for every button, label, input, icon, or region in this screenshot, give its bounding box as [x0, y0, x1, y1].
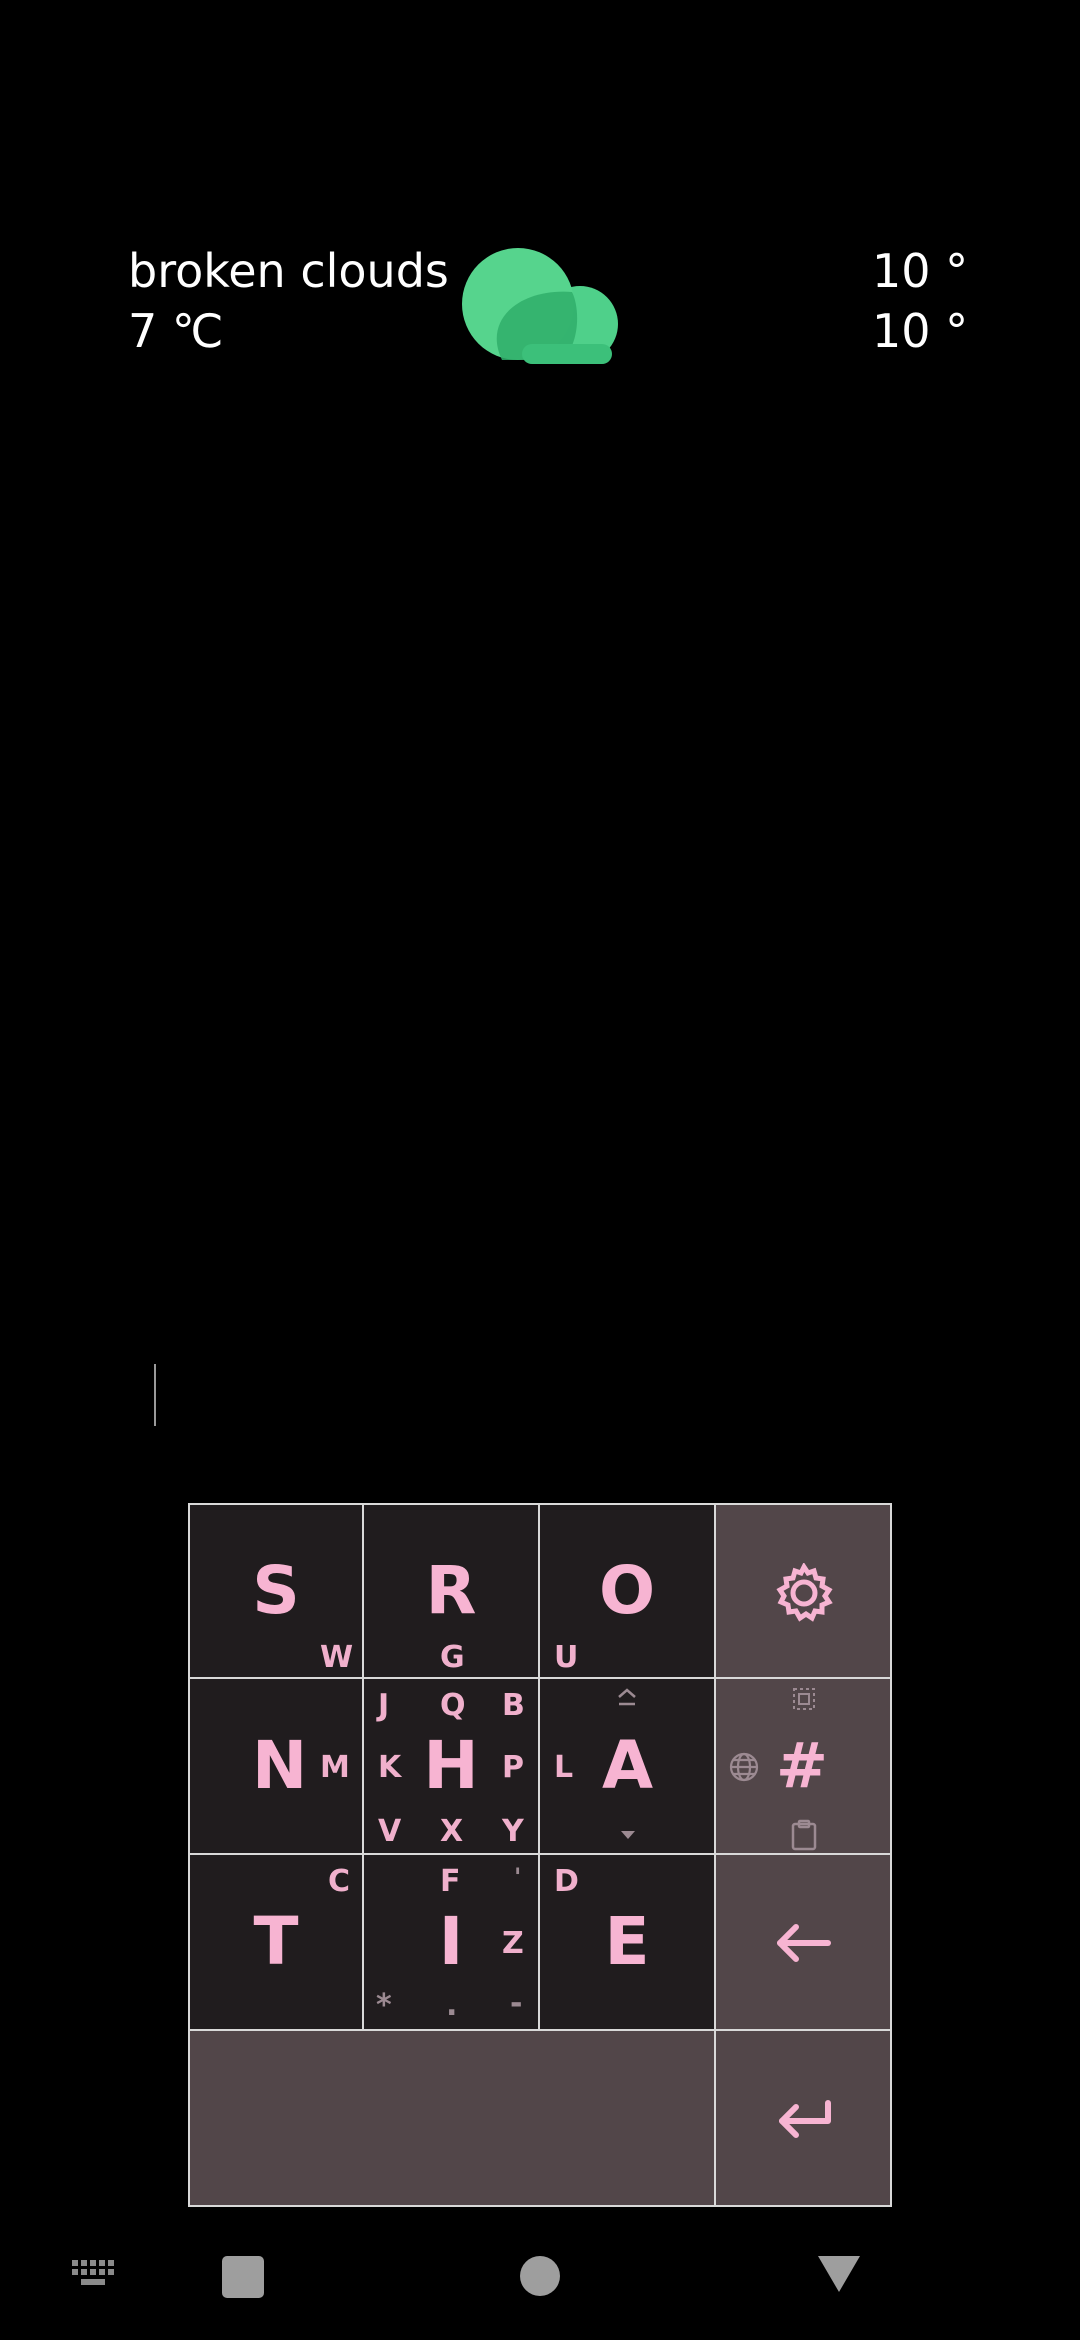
- key-t[interactable]: T C: [188, 1855, 364, 2031]
- cloud-icon: [462, 248, 618, 364]
- enter-key[interactable]: [716, 2031, 892, 2207]
- key-r-sub: G: [440, 1640, 465, 1675]
- text-caret: [154, 1364, 156, 1426]
- key-h-sub-v: V: [378, 1814, 402, 1849]
- key-i-sub-f: F: [440, 1864, 461, 1899]
- weather-temperature: 7 ℃: [128, 304, 224, 358]
- recents-icon[interactable]: [222, 2256, 264, 2298]
- key-s-label: S: [252, 1552, 300, 1629]
- backspace-arrow-icon: [777, 1924, 831, 1962]
- keyboard-icon[interactable]: [72, 2260, 116, 2288]
- key-h-sub-j: J: [378, 1688, 390, 1723]
- key-s[interactable]: S W: [188, 1503, 364, 1679]
- key-h[interactable]: H J Q B K P V X Y: [364, 1679, 540, 1855]
- back-icon[interactable]: [816, 2254, 862, 2294]
- numeric-key[interactable]: #: [716, 1679, 892, 1855]
- shift-icon: [618, 1688, 636, 1706]
- key-t-label: T: [253, 1903, 299, 1980]
- clipboard-icon: [791, 1819, 817, 1851]
- globe-icon: [729, 1752, 759, 1782]
- key-s-sub: W: [320, 1640, 354, 1675]
- key-h-sub-k: K: [378, 1750, 402, 1785]
- key-h-sub-x: X: [440, 1814, 464, 1849]
- key-n[interactable]: N M: [188, 1679, 364, 1855]
- key-i-sub-dash: -: [510, 1986, 523, 2021]
- key-i-sub-period: .: [446, 1988, 458, 2023]
- enter-icon: [779, 2100, 831, 2138]
- key-o[interactable]: O U: [540, 1503, 716, 1679]
- space-key[interactable]: [188, 2031, 716, 2207]
- weather-low: 10 °: [872, 304, 969, 358]
- key-a-sub: L: [554, 1750, 574, 1785]
- chevron-down-icon: [621, 1831, 635, 1839]
- key-i-sub-asterisk: *: [376, 1988, 392, 2023]
- gear-icon: [776, 1563, 833, 1622]
- navigation-bar: [0, 2220, 1080, 2340]
- key-t-sub: C: [328, 1864, 351, 1899]
- key-r[interactable]: R G: [364, 1503, 540, 1679]
- settings-key[interactable]: [716, 1503, 892, 1679]
- weather-icon: [462, 248, 622, 364]
- key-a[interactable]: A L: [540, 1679, 716, 1855]
- keyboard: S W R G O U N M H J Q B K P V X Y A L # …: [188, 1503, 892, 2207]
- key-i-sub-z: Z: [502, 1926, 524, 1961]
- key-n-sub: M: [320, 1750, 350, 1785]
- text-input[interactable]: [100, 1340, 980, 1450]
- key-i-sub-apostrophe: ': [514, 1863, 522, 1891]
- key-o-sub: U: [554, 1640, 579, 1675]
- key-h-sub-q: Q: [440, 1688, 466, 1723]
- select-all-icon: [793, 1688, 815, 1710]
- key-r-label: R: [425, 1552, 477, 1629]
- weather-description: broken clouds: [128, 244, 449, 298]
- key-h-sub-y: Y: [502, 1814, 524, 1849]
- key-a-label: A: [602, 1727, 654, 1804]
- key-h-sub-p: P: [502, 1750, 524, 1785]
- key-i[interactable]: I F ' Z * . -: [364, 1855, 540, 2031]
- key-o-label: O: [598, 1552, 656, 1629]
- key-e-sub: D: [554, 1864, 579, 1899]
- key-e[interactable]: E D: [540, 1855, 716, 2031]
- numeric-key-label: #: [776, 1729, 828, 1802]
- key-h-sub-b: B: [502, 1688, 525, 1723]
- backspace-key[interactable]: [716, 1855, 892, 2031]
- weather-high: 10 °: [872, 244, 969, 298]
- key-e-label: E: [604, 1903, 650, 1980]
- home-icon[interactable]: [520, 2256, 560, 2296]
